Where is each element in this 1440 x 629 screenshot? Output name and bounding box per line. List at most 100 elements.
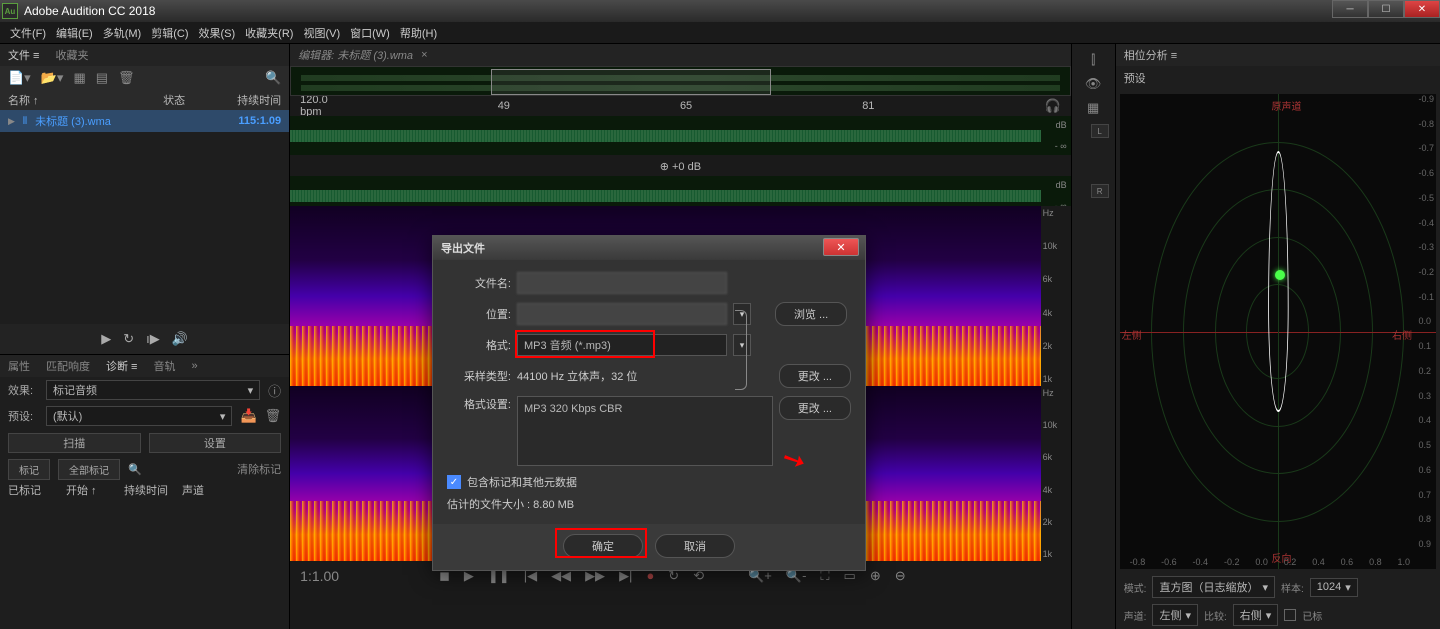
change-sample-button[interactable]: 更改 ... <box>779 364 851 388</box>
info-icon[interactable]: ⓘ <box>268 381 281 400</box>
phase-scope[interactable]: 原声道 左侧 右侧 反向 -0.9-0.8-0.7-0.6-0.5-0.4-0.… <box>1120 94 1436 569</box>
more-tabs-icon[interactable]: » <box>191 360 197 372</box>
tab-properties[interactable]: 属性 <box>8 358 30 374</box>
menu-item[interactable]: 文件(F) <box>6 23 50 43</box>
overview-waveform[interactable] <box>290 66 1070 96</box>
loop-icon[interactable]: ↻ <box>123 331 134 347</box>
marker-search-icon[interactable]: 🔍 <box>128 463 142 476</box>
all-marker-button[interactable]: 全部标记 <box>58 459 120 480</box>
app-icon: Au <box>2 3 18 19</box>
tab-files[interactable]: 文件 ≡ <box>8 47 39 63</box>
menu-item[interactable]: 收藏夹(R) <box>241 23 297 43</box>
timecode: 1:1.00 <box>300 568 339 584</box>
headphone-icon[interactable]: 🎧 <box>1044 98 1060 114</box>
compare-label: 比较: <box>1204 608 1227 623</box>
mh-duration[interactable]: 持续时间 <box>124 482 174 498</box>
mh-start[interactable]: 开始 ↑ <box>66 482 116 498</box>
compare-select[interactable]: 右侧▾ <box>1233 604 1279 626</box>
window-titlebar: Au Adobe Audition CC 2018 ─ ☐ ✕ <box>0 0 1440 22</box>
effect-select[interactable]: 标记音频▾ <box>46 380 260 400</box>
channel-select[interactable]: 左侧▾ <box>1152 604 1198 626</box>
time-mark: 49 <box>498 100 510 112</box>
editor-close-icon[interactable]: × <box>421 49 427 61</box>
marked-checkbox[interactable] <box>1284 609 1296 621</box>
waveform-track-left[interactable]: dB - ∞ <box>290 116 1070 156</box>
volume-indicator[interactable]: ⊕ +0 dB <box>290 156 1070 176</box>
marker-button[interactable]: 标记 <box>8 459 50 480</box>
preset-select[interactable]: (默认)▾ <box>46 406 232 426</box>
trash-icon[interactable]: 🗑 <box>118 70 135 86</box>
lissajous-curve <box>1268 151 1288 412</box>
save-icon[interactable]: ▤ <box>96 70 108 86</box>
tab-diagnostics[interactable]: 诊断 ≡ <box>106 358 137 374</box>
format-label: 格式: <box>447 337 511 353</box>
left-channel-button[interactable]: L <box>1091 124 1109 138</box>
volume-icon[interactable]: 🔊 <box>172 331 188 347</box>
minimize-button[interactable]: ─ <box>1332 0 1368 18</box>
menu-item[interactable]: 效果(S) <box>195 23 240 43</box>
save-preset-icon[interactable]: 📥 <box>240 408 256 424</box>
tab-match-loudness[interactable]: 匹配响度 <box>46 358 90 374</box>
scale-tick: -0.1 <box>1418 292 1434 302</box>
sample-label: 样本: <box>1281 580 1304 595</box>
col-status[interactable]: 状态 <box>163 92 213 108</box>
file-row[interactable]: ▶ ⫴ 未标题 (3).wma 115:1.09 <box>0 110 289 132</box>
close-button[interactable]: ✕ <box>1404 0 1440 18</box>
change-fmtset-button[interactable]: 更改 ... <box>779 396 851 420</box>
search-icon[interactable]: 🔍 <box>265 70 281 86</box>
multitrack-icon[interactable]: ▦ <box>73 70 85 86</box>
menu-item[interactable]: 多轨(M) <box>99 23 146 43</box>
cancel-button[interactable]: 取消 <box>655 534 735 558</box>
effect-label: 效果: <box>8 382 38 398</box>
menu-item[interactable]: 窗口(W) <box>346 23 394 43</box>
filename-input[interactable] <box>517 272 727 294</box>
scale-tick: 0.2 <box>1418 366 1434 376</box>
zoom-out-icon[interactable]: ⊖ <box>895 568 906 584</box>
scale-tick: 0.0 <box>1418 316 1434 326</box>
grid-icon[interactable]: ▦ <box>1087 100 1099 116</box>
mh-channel[interactable]: 声道 <box>182 482 232 498</box>
autoplay-icon[interactable]: ı▶ <box>146 331 160 347</box>
open-file-icon[interactable]: 📂▾ <box>41 70 64 86</box>
tab-favorites[interactable]: 收藏夹 <box>55 47 88 63</box>
mode-select[interactable]: 直方图（日志缩放）▾ <box>1152 576 1275 598</box>
col-name[interactable]: 名称 ↑ <box>8 92 155 108</box>
dialog-close-button[interactable]: ✕ <box>823 238 859 256</box>
expand-icon[interactable]: ▶ <box>8 116 15 127</box>
scale-tick: -0.2 <box>1418 267 1434 277</box>
fmtset-box: MP3 320 Kbps CBR <box>517 396 773 466</box>
menubar: 文件(F)编辑(E)多轨(M)剪辑(C)效果(S)收藏夹(R)视图(V)窗口(W… <box>0 22 1440 44</box>
delete-preset-icon[interactable]: 🗑 <box>265 408 282 424</box>
metadata-checkbox[interactable]: ✓ <box>447 475 461 489</box>
maximize-button[interactable]: ☐ <box>1368 0 1404 18</box>
settings-button[interactable]: 设置 <box>149 433 282 453</box>
fmtset-label: 格式设置: <box>447 396 511 412</box>
eye-icon[interactable]: 👁 <box>1085 76 1102 92</box>
tab-track[interactable]: 音轨 <box>153 358 175 374</box>
menu-item[interactable]: 视图(V) <box>299 23 344 43</box>
sample-select[interactable]: 1024▾ <box>1310 578 1358 597</box>
hz-label: 10k <box>1043 241 1071 251</box>
zoom-in-icon[interactable]: ⊕ <box>870 568 881 584</box>
menu-item[interactable]: 帮助(H) <box>396 23 441 43</box>
annotation-format-highlight <box>515 330 655 358</box>
dialog-titlebar[interactable]: 导出文件 ✕ <box>433 236 865 260</box>
col-duration[interactable]: 持续时间 <box>221 92 281 108</box>
scale-tick: 0.1 <box>1418 341 1434 351</box>
timeline-ruler[interactable]: 120.0 bpm 49 65 81 🎧 <box>290 96 1070 116</box>
location-input[interactable] <box>517 303 727 325</box>
right-channel-button[interactable]: R <box>1091 184 1109 198</box>
browse-button[interactable]: 浏览 ... <box>775 302 847 326</box>
mh-marked[interactable]: 已标记 <box>8 482 58 498</box>
scan-button[interactable]: 扫描 <box>8 433 141 453</box>
scale-tick: 0.6 <box>1341 557 1354 567</box>
new-file-icon[interactable]: 📄▾ <box>8 70 31 86</box>
menu-item[interactable]: 编辑(E) <box>52 23 97 43</box>
phase-title: 相位分析 ≡ <box>1124 47 1177 63</box>
menu-item[interactable]: 剪辑(C) <box>147 23 192 43</box>
clear-marker-button[interactable]: 清除标记 <box>237 461 281 477</box>
level-meter-icon[interactable]: ⫿ <box>1091 52 1095 68</box>
play-icon[interactable]: ▶ <box>101 331 111 347</box>
editor-title: 编辑器: 未标题 (3).wma <box>298 47 413 63</box>
overview-selection[interactable] <box>491 69 771 95</box>
